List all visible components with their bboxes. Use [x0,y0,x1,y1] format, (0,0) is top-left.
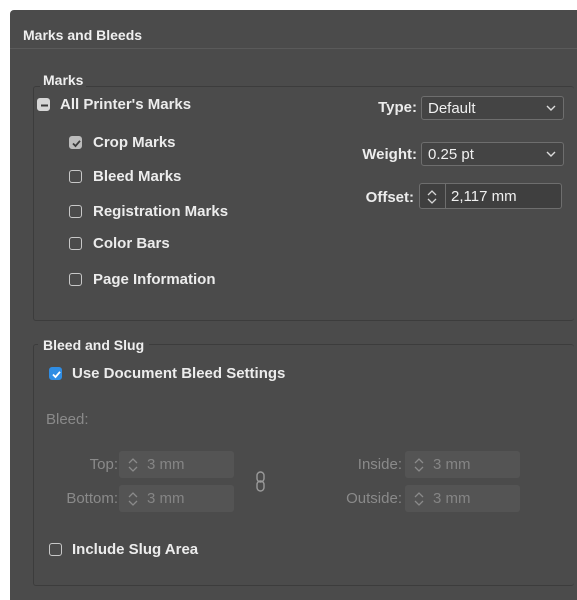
inside-bleed-field: 3 mm [405,451,520,478]
stepper-arrows-icon [128,458,138,472]
bottom-label: Bottom: [66,490,118,507]
color-bars-label[interactable]: Color Bars [93,235,170,252]
chevron-down-icon [546,105,556,111]
top-label: Top: [89,456,118,473]
section-title: Marks and Bleeds [23,27,143,43]
offset-field[interactable]: 2,117 mm [419,183,562,209]
weight-dropdown[interactable]: 0.25 pt [421,142,564,166]
mixed-dash-icon [41,104,48,107]
section-divider [10,48,577,49]
type-dropdown-value: Default [428,100,476,117]
registration-marks-label[interactable]: Registration Marks [93,203,228,220]
crop-marks-label[interactable]: Crop Marks [93,134,176,151]
checkmark-icon [52,371,61,379]
bottom-bleed-value: 3 mm [147,490,185,507]
stepper-arrows-icon[interactable] [426,189,438,205]
outside-label: Outside: [346,490,402,507]
page-information-label[interactable]: Page Information [93,271,216,288]
top-bleed-field: 3 mm [119,451,234,478]
all-printers-marks-label[interactable]: All Printer's Marks [60,96,191,113]
marks-group-title: Marks [40,72,87,88]
bleed-marks-checkbox[interactable] [69,170,82,183]
offset-field-separator [445,184,446,208]
page-information-checkbox[interactable] [69,273,82,286]
inside-label: Inside: [357,456,402,473]
registration-marks-checkbox[interactable] [69,205,82,218]
offset-label: Offset: [365,189,414,206]
top-bleed-value: 3 mm [147,456,185,473]
bottom-bleed-field: 3 mm [119,485,234,512]
weight-label: Weight: [362,146,417,163]
outside-bleed-field: 3 mm [405,485,520,512]
bleed-label: Bleed: [46,411,89,428]
outside-bleed-value: 3 mm [433,490,471,507]
stepper-arrows-icon [414,458,424,472]
bleed-marks-label[interactable]: Bleed Marks [93,168,181,185]
include-slug-area-label[interactable]: Include Slug Area [72,541,198,558]
include-slug-area-checkbox[interactable] [49,543,62,556]
inside-bleed-value: 3 mm [433,456,471,473]
chevron-down-icon [546,151,556,157]
type-dropdown[interactable]: Default [421,96,564,120]
crop-marks-checkbox[interactable] [69,136,82,149]
use-document-bleed-label[interactable]: Use Document Bleed Settings [72,365,285,382]
bleed-and-slug-group-title: Bleed and Slug [38,337,150,353]
offset-value: 2,117 mm [451,188,517,205]
stepper-arrows-icon [128,492,138,506]
stepper-arrows-icon [414,492,424,506]
use-document-bleed-checkbox[interactable] [49,367,62,380]
color-bars-checkbox[interactable] [69,237,82,250]
checkmark-icon [72,140,81,148]
type-label: Type: [378,99,417,116]
all-printers-marks-checkbox[interactable] [37,98,50,111]
chain-link-icon [256,471,265,492]
weight-dropdown-value: 0.25 pt [428,146,474,163]
